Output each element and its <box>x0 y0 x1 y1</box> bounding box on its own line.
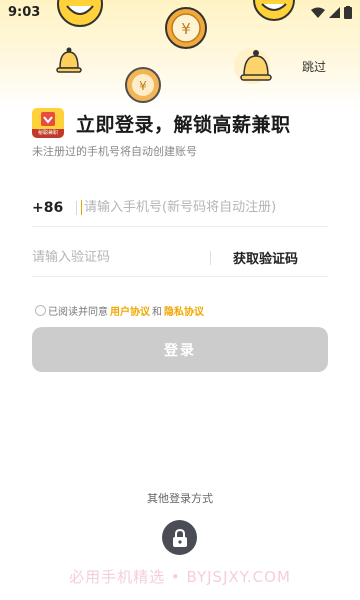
svg-text:¥: ¥ <box>139 79 147 93</box>
get-code-button[interactable]: 获取验证码 <box>233 248 298 267</box>
logo-mark-icon <box>41 112 55 126</box>
signal-icon <box>329 6 340 18</box>
logo-caption: 秘聪兼职 <box>32 129 64 138</box>
bell-icon <box>56 47 82 73</box>
lock-icon <box>172 528 187 547</box>
user-agreement-link[interactable]: 用户协议 <box>110 303 150 318</box>
skip-button[interactable]: 跳过 <box>302 58 326 75</box>
agreement-checkbox[interactable] <box>35 305 46 316</box>
status-bar: 9:03 <box>0 0 360 24</box>
watermark: 必用手机精选 • BYJSJXY.COM <box>69 568 291 586</box>
wifi-icon <box>311 7 325 18</box>
alternate-login-button[interactable] <box>162 520 197 555</box>
country-code-selector[interactable]: +86 <box>32 200 76 216</box>
phone-input[interactable] <box>81 200 311 215</box>
agreement-row: 已阅读并同意 用户协议 和 隐私协议 <box>35 303 206 318</box>
brand-row: 秘聪兼职 立即登录，解锁高薪兼职 <box>32 108 291 138</box>
divider <box>210 250 211 265</box>
page-title: 立即登录，解锁高薪兼职 <box>76 113 291 136</box>
bell-icon <box>234 48 272 84</box>
agreement-and: 和 <box>152 307 162 318</box>
battery-icon <box>344 5 352 19</box>
agreement-prefix: 已阅读并同意 <box>48 307 108 318</box>
other-login-label: 其他登录方式 <box>147 492 213 505</box>
status-icons <box>311 5 352 19</box>
login-button[interactable]: 登录 <box>32 327 328 372</box>
verification-code-input[interactable] <box>32 250 210 265</box>
status-time: 9:03 <box>8 4 41 20</box>
app-logo: 秘聪兼职 <box>32 108 64 138</box>
privacy-policy-link[interactable]: 隐私协议 <box>164 303 204 318</box>
code-row: 获取验证码 <box>32 239 328 277</box>
coin-yen-icon: ¥ <box>125 67 161 103</box>
phone-row: +86 <box>32 189 328 227</box>
page-subtitle: 未注册过的手机号将自动创建账号 <box>32 145 197 158</box>
divider <box>76 200 77 215</box>
